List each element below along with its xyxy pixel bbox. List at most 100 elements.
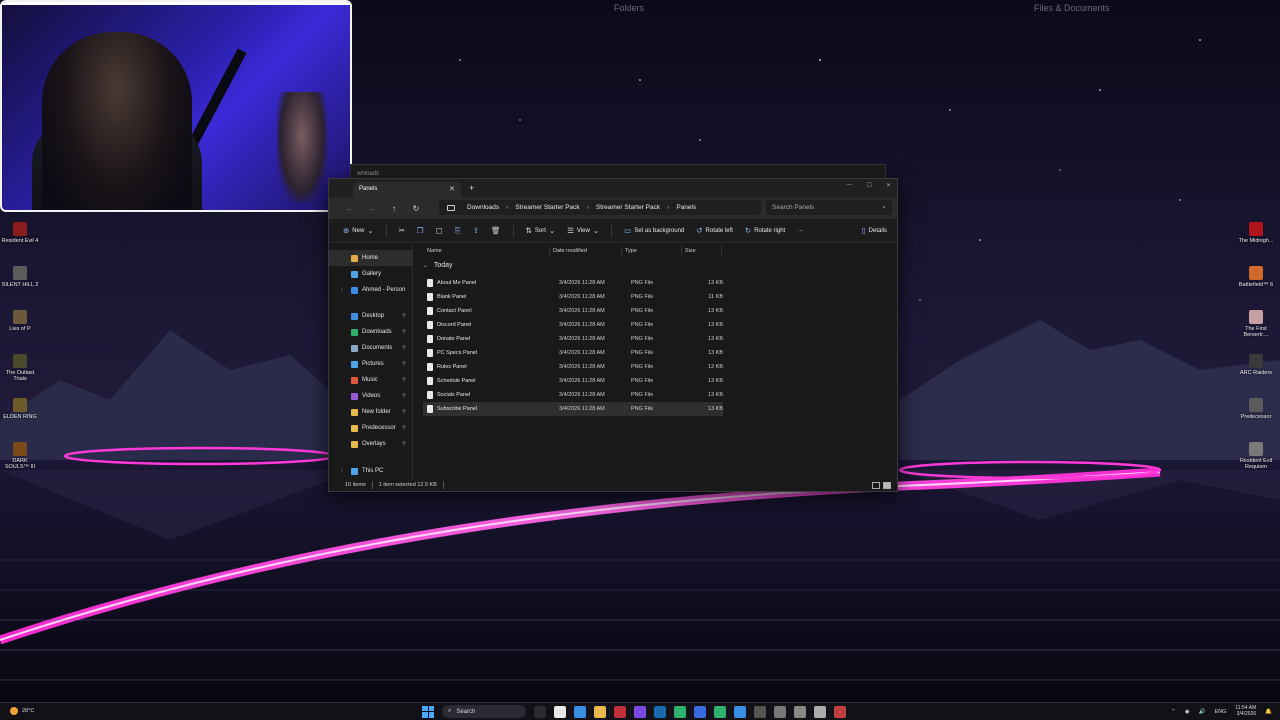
taskbar-app-icon[interactable] [694, 705, 706, 718]
file-row[interactable]: Rules Panel 3/4/2026 11:28 AM PNG File 12 K… [423, 360, 723, 374]
column-divider[interactable] [681, 246, 682, 256]
breadcrumb-streamer-pack-2[interactable]: Streamer Starter Pack [596, 204, 660, 211]
language-indicator[interactable]: ENG [1214, 709, 1226, 715]
desktop-shortcut[interactable]: The Midnigh... [1236, 222, 1276, 244]
taskbar-app-icon[interactable] [714, 705, 726, 718]
breadcrumb-panels[interactable]: Panels [676, 204, 696, 211]
details-view-toggle[interactable] [872, 482, 880, 489]
details-button[interactable]: ▯ Details [862, 226, 887, 235]
rotate-left-button[interactable]: ↺ Rotate left [696, 226, 733, 235]
sidebar-item-music[interactable]: Music ⚲ [329, 372, 412, 388]
desktop-shortcut[interactable]: Lies of P [0, 310, 40, 332]
column-header-size[interactable]: Size [685, 248, 696, 254]
sidebar-item-home[interactable]: Home [329, 250, 412, 266]
delete-button[interactable]: 🗑 [491, 226, 501, 235]
sidebar-item-overlays[interactable]: Overlays ⚲ [329, 436, 412, 452]
sidebar-item-documents[interactable]: Documents ⚲ [329, 340, 412, 356]
taskbar-app-icon[interactable] [654, 705, 666, 718]
rotate-right-button[interactable]: ↻ Rotate right [745, 226, 785, 235]
sidebar-item-this-pc-row[interactable]: › This PC [329, 463, 412, 479]
clock[interactable]: 11:54 AM 3/4/2026 [1235, 705, 1256, 717]
column-divider[interactable] [721, 246, 722, 256]
sidebar-item-pictures[interactable]: Pictures ⚲ [329, 356, 412, 372]
sort-button[interactable]: ⇅ Sort ⌄ [526, 226, 556, 235]
sidebar-item-desktop[interactable]: Desktop ⚲ [329, 308, 412, 324]
taskbar-app-icon[interactable] [774, 705, 786, 718]
taskbar-app-icon[interactable] [674, 705, 686, 718]
network-icon[interactable]: ◉ [1185, 709, 1190, 715]
file-row[interactable]: Blank Panel 3/4/2026 11:28 AM PNG File 11 K… [423, 290, 723, 304]
desktop-shortcut[interactable]: The First Berserk:... [1236, 310, 1276, 339]
taskbar-app-icon[interactable] [754, 705, 766, 718]
start-button[interactable] [422, 705, 434, 718]
desktop-shortcut[interactable]: Resident Evil Requiem [1236, 442, 1276, 471]
column-header-date[interactable]: Date modified [553, 248, 587, 254]
close-button[interactable]: ✕ [886, 182, 891, 189]
file-row[interactable]: Schedule Panel 3/4/2026 11:28 AM PNG File 1… [423, 374, 723, 388]
file-row[interactable]: PC Specs Panel 3/4/2026 11:28 AM PNG File 1… [423, 346, 723, 360]
copy-button[interactable]: ❐ [417, 226, 424, 235]
taskbar-app-icon[interactable] [734, 705, 746, 718]
share-button[interactable]: ⇪ [473, 226, 479, 235]
column-divider[interactable] [549, 246, 550, 256]
desktop-shortcut[interactable]: Battlefield™ 6 [1236, 266, 1276, 288]
desktop-shortcut[interactable]: The Outlast Trials [0, 354, 40, 383]
file-row[interactable]: About Me Panel 3/4/2026 11:28 AM PNG File 1… [423, 276, 723, 290]
file-row[interactable]: Discord Panel 3/4/2026 11:28 AM PNG File 13… [423, 318, 723, 332]
search-input[interactable]: Search Panels ⌕ [766, 200, 892, 215]
taskbar-app-icon[interactable] [614, 705, 626, 718]
file-row[interactable]: Socials Panel 3/4/2026 11:28 AM PNG File 13… [423, 388, 723, 402]
refresh-button[interactable]: ↻ [405, 204, 427, 213]
column-header-type[interactable]: Type [625, 248, 637, 254]
column-header-name[interactable]: Name [427, 248, 442, 254]
taskbar-app-icon[interactable] [534, 705, 546, 718]
desktop-shortcut[interactable]: ELDEN RING [0, 398, 40, 420]
cut-button[interactable]: ✂ [399, 226, 405, 235]
view-button[interactable]: ☰ View ⌄ [567, 226, 599, 235]
sidebar-item-downloads[interactable]: Downloads ⚲ [329, 324, 412, 340]
sidebar-item-ahmed-person[interactable]: › Ahmed - Person [329, 282, 412, 298]
taskbar-app-icon[interactable] [814, 705, 826, 718]
set-background-button[interactable]: ▭ Set as background [624, 226, 684, 235]
chevron-right-icon[interactable]: › [341, 287, 343, 293]
file-explorer-window[interactable]: Panels ✕ + — ☐ ✕ ← → ↑ ↻ Downloads › Str… [328, 178, 898, 492]
sidebar-item-gallery[interactable]: Gallery [329, 266, 412, 282]
notifications-icon[interactable]: 🔔 [1265, 709, 1272, 715]
desktop-shortcut[interactable]: DARK SOULS™ III [0, 442, 40, 471]
desktop-shortcut[interactable]: ARC Raiders [1236, 354, 1276, 376]
taskbar-app-icon[interactable] [634, 705, 646, 718]
sidebar-item-new-folder[interactable]: New folder ⚲ [329, 404, 412, 420]
address-bar[interactable]: Downloads › Streamer Starter Pack › Stre… [439, 200, 761, 215]
maximize-button[interactable]: ☐ [867, 182, 872, 189]
minimize-button[interactable]: — [847, 182, 853, 189]
taskbar-app-icon[interactable] [554, 705, 566, 718]
sidebar-item-videos[interactable]: Videos ⚲ [329, 388, 412, 404]
file-row[interactable]: Contact Panel 3/4/2026 11:28 AM PNG File 13… [423, 304, 723, 318]
more-options-button[interactable]: ··· [797, 228, 803, 234]
taskbar-app-icon[interactable] [794, 705, 806, 718]
file-row[interactable]: Subscribe Panel 3/4/2026 11:28 AM PNG File… [423, 402, 723, 416]
taskbar-search[interactable]: ⌕ Search [442, 705, 526, 718]
sidebar-item-this-pc[interactable]: › This PC [329, 463, 412, 479]
breadcrumb-streamer-pack-1[interactable]: Streamer Starter Pack [515, 204, 579, 211]
taskbar-app-icon[interactable] [594, 705, 606, 718]
volume-icon[interactable]: 🔊 [1199, 709, 1206, 715]
tiles-view-toggle[interactable] [883, 482, 891, 489]
taskbar-app-icon[interactable] [834, 705, 846, 718]
taskbar-app-icon[interactable] [574, 705, 586, 718]
breadcrumb-downloads[interactable]: Downloads [467, 204, 499, 211]
new-tab-button[interactable]: + [469, 183, 474, 193]
file-row[interactable]: Donate Panel 3/4/2026 11:28 AM PNG File 13 … [423, 332, 723, 346]
new-button[interactable]: ⊕ New ⌄ [343, 226, 374, 235]
desktop-shortcut[interactable]: SILENT HILL 2 [0, 266, 40, 288]
column-divider[interactable] [621, 246, 622, 256]
group-header-today[interactable]: ⌄ Today [423, 262, 453, 269]
tray-chevron-up-icon[interactable]: ⌃ [1171, 709, 1176, 715]
paste-button[interactable]: ▢ [436, 226, 443, 235]
tab-panels[interactable]: Panels ✕ [353, 182, 461, 197]
desktop-shortcut[interactable]: Predecessor [1236, 398, 1276, 420]
sidebar-item-predecessor[interactable]: Predecessor ⚲ [329, 420, 412, 436]
weather-widget[interactable]: 28°C [10, 707, 34, 715]
up-button[interactable]: ↑ [383, 204, 405, 213]
tab-close-icon[interactable]: ✕ [449, 185, 455, 193]
